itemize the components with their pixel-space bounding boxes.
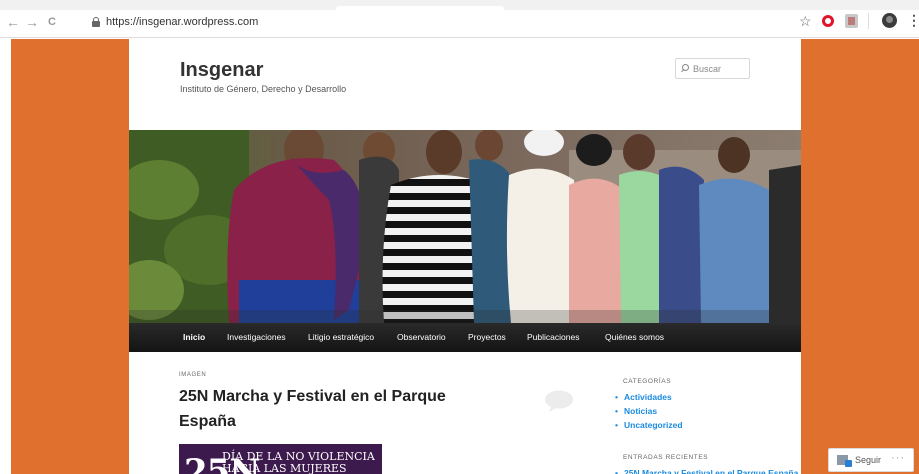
toolbar-actions: ☆ ⋮	[799, 12, 919, 31]
comment-bubble-icon[interactable]	[544, 390, 574, 412]
reload-icon[interactable]: C	[45, 15, 59, 29]
follow-icon	[837, 455, 852, 467]
follow-more-icon[interactable]: ···	[891, 452, 905, 465]
star-icon[interactable]: ☆	[799, 13, 812, 29]
site-title[interactable]: Insgenar	[180, 59, 263, 81]
nav-item-publicaciones[interactable]: Publicaciones	[527, 323, 579, 352]
web-page: Insgenar Instituto de Género, Derecho y …	[0, 39, 919, 474]
category-item-noticias[interactable]: Noticias	[614, 404, 683, 418]
categories-list: Actividades Noticias Uncategorized	[614, 390, 683, 432]
nav-item-litigio[interactable]: Litigio estratégico	[308, 323, 374, 352]
lock-icon[interactable]	[92, 17, 100, 27]
tab-strip	[0, 0, 919, 10]
opera-extension-icon[interactable]	[822, 15, 834, 27]
browser-toolbar: ← → C https://insgenar.wordpress.com ☆ ⋮	[0, 0, 919, 38]
categories-widget-title: CATEGORÍAS	[623, 378, 672, 385]
nav-item-quienes-somos[interactable]: Quiénes somos	[605, 323, 664, 352]
address-bar[interactable]: https://insgenar.wordpress.com	[84, 14, 804, 32]
post-image-text-line2: HACIA LAS MUJERES	[222, 462, 347, 474]
nav-item-proyectos[interactable]: Proyectos	[468, 323, 506, 352]
recent-posts-list: 25N Marcha y Festival en el Parque Españ…	[614, 466, 798, 474]
search-icon	[681, 64, 690, 73]
pdf-extension-icon[interactable]	[845, 14, 858, 28]
header-image[interactable]	[129, 130, 801, 323]
nav-item-inicio[interactable]: Inicio	[183, 323, 205, 352]
follow-button[interactable]: Seguir ···	[828, 448, 914, 472]
background-right	[801, 39, 919, 474]
profile-avatar[interactable]	[882, 13, 897, 28]
search-box[interactable]	[675, 58, 750, 79]
toolbar-divider	[868, 13, 869, 29]
category-item-actividades[interactable]: Actividades	[614, 390, 683, 404]
post-image[interactable]: 25N DÍA DE LA NO VIOLENCIA HACIA LAS MUJ…	[179, 444, 382, 474]
url-text[interactable]: https://insgenar.wordpress.com	[106, 15, 258, 29]
post-format-label[interactable]: IMAGEN	[179, 372, 206, 378]
recent-posts-widget-title: ENTRADAS RECIENTES	[623, 454, 709, 461]
menu-icon[interactable]: ⋮	[907, 12, 919, 28]
recent-post-item[interactable]: 25N Marcha y Festival en el Parque Españ…	[614, 466, 798, 474]
background-left	[11, 39, 129, 474]
site-description: Instituto de Género, Derecho y Desarroll…	[180, 84, 347, 94]
header-photo-people	[129, 130, 801, 323]
category-item-uncategorized[interactable]: Uncategorized	[614, 418, 683, 432]
nav-item-observatorio[interactable]: Observatorio	[397, 323, 446, 352]
active-tab[interactable]	[336, 6, 504, 10]
main-navigation: Inicio Investigaciones Litigio estratégi…	[129, 323, 801, 352]
nav-item-investigaciones[interactable]: Investigaciones	[227, 323, 286, 352]
page-left-strip	[0, 39, 11, 474]
back-icon[interactable]: ←	[6, 15, 20, 29]
forward-icon[interactable]: →	[25, 15, 39, 29]
post-title[interactable]: 25N Marcha y Festival en el Parque Españ…	[179, 384, 469, 434]
search-input[interactable]	[693, 62, 748, 76]
follow-label: Seguir	[855, 455, 882, 465]
